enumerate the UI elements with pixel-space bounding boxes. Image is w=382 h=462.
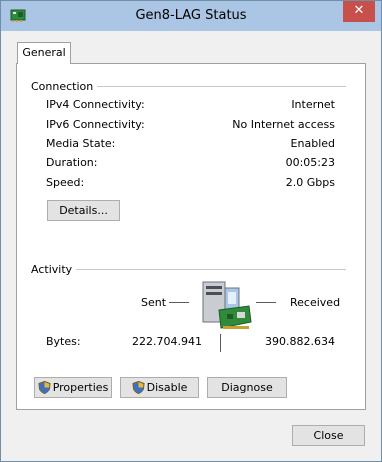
activity-center-line — [220, 334, 221, 352]
tab-panel-general — [16, 63, 366, 410]
duration-value: 00:05:23 — [285, 156, 335, 169]
bytes-received-value: 390.882.634 — [265, 335, 335, 348]
sent-label: Sent — [141, 296, 167, 309]
properties-label: Properties — [52, 381, 109, 394]
speed-value: 2.0 Gbps — [285, 176, 335, 189]
close-window-button[interactable]: ✕ — [343, 1, 375, 22]
received-label: Received — [290, 296, 341, 309]
tab-general[interactable]: General — [17, 42, 71, 64]
title-bar[interactable]: Gen8-LAG Status ✕ — [1, 1, 381, 31]
activity-divider — [73, 269, 346, 270]
ipv4-value: Internet — [291, 98, 335, 111]
network-computer-icon — [202, 281, 252, 329]
received-line — [256, 302, 276, 303]
sent-line — [169, 302, 189, 303]
connection-divider — [91, 86, 346, 87]
bytes-sent-value: 222.704.941 — [132, 335, 202, 348]
properties-button[interactable]: Properties — [34, 377, 112, 398]
details-button[interactable]: Details... — [47, 200, 120, 221]
uac-shield-icon — [132, 381, 145, 394]
ipv6-value: No Internet access — [232, 118, 335, 131]
bytes-label: Bytes: — [46, 335, 81, 348]
window-title: Gen8-LAG Status — [135, 8, 247, 23]
media-state-label: Media State: — [46, 137, 116, 150]
disable-button[interactable]: Disable — [120, 377, 199, 398]
status-dialog: Gen8-LAG Status ✕ General Connection IPv… — [0, 0, 382, 462]
media-state-value: Enabled — [290, 137, 335, 150]
close-button[interactable]: Close — [292, 425, 365, 446]
ipv6-label: IPv6 Connectivity: — [46, 118, 145, 131]
duration-label: Duration: — [46, 156, 98, 169]
disable-label: Disable — [146, 381, 188, 394]
diagnose-button[interactable]: Diagnose — [207, 377, 287, 398]
speed-label: Speed: — [46, 176, 85, 189]
connection-heading: Connection — [31, 80, 98, 93]
activity-heading: Activity — [31, 263, 77, 276]
uac-shield-icon — [38, 381, 51, 394]
ipv4-label: IPv4 Connectivity: — [46, 98, 145, 111]
